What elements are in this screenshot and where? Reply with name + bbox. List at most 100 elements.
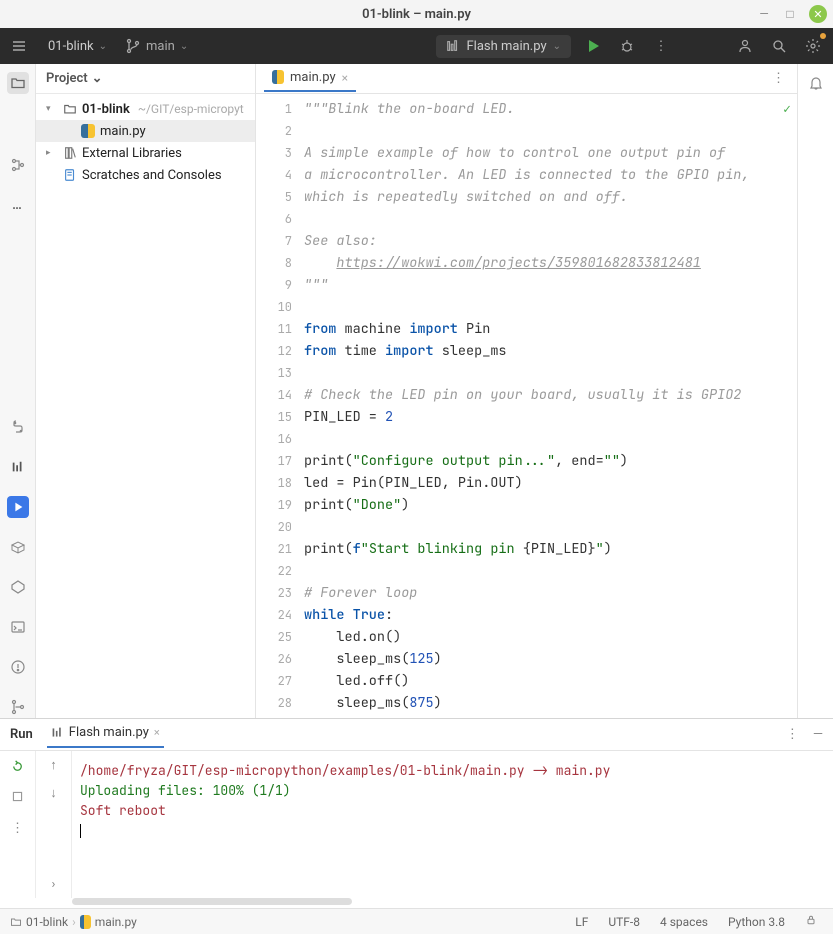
code-line[interactable]: 10 bbox=[256, 296, 797, 318]
tree-scratches-item[interactable]: Scratches and Consoles bbox=[36, 164, 255, 186]
structure-tool-icon[interactable] bbox=[7, 154, 29, 176]
code-line[interactable]: 21print(f"Start blinking pin {PIN_LED}") bbox=[256, 538, 797, 560]
code-line[interactable]: 24while True: bbox=[256, 604, 797, 626]
line-content[interactable]: which is repeatedly switched on and off. bbox=[304, 186, 797, 208]
line-content[interactable] bbox=[304, 428, 797, 450]
code-line[interactable]: 5which is repeatedly switched on and off… bbox=[256, 186, 797, 208]
line-content[interactable]: while True: bbox=[304, 604, 797, 626]
expand-arrow-icon[interactable] bbox=[46, 148, 58, 158]
hamburger-menu-icon[interactable] bbox=[8, 35, 30, 57]
minimize-panel-icon[interactable]: — bbox=[813, 727, 823, 742]
tree-external-libs-item[interactable]: External Libraries bbox=[36, 142, 255, 164]
line-content[interactable]: # Check the LED pin on your board, usual… bbox=[304, 384, 797, 406]
line-content[interactable]: from time import sleep_ms bbox=[304, 340, 797, 362]
line-content[interactable] bbox=[304, 560, 797, 582]
line-content[interactable]: sleep_ms(875) bbox=[304, 692, 797, 714]
expand-panel-icon[interactable]: › bbox=[52, 877, 56, 892]
line-content[interactable]: A simple example of how to control one o… bbox=[304, 142, 797, 164]
line-content[interactable]: """ bbox=[304, 274, 797, 296]
code-line[interactable]: 15PIN_LED = 2 bbox=[256, 406, 797, 428]
code-line[interactable]: 28 sleep_ms(875) bbox=[256, 692, 797, 714]
code-editor[interactable]: ✓ 1"""Blink the on-board LED.23A simple … bbox=[256, 94, 797, 718]
notifications-icon[interactable] bbox=[805, 72, 827, 94]
scroll-down-icon[interactable]: ↓ bbox=[50, 785, 57, 801]
close-button[interactable]: ✕ bbox=[809, 5, 827, 23]
inspection-ok-icon[interactable]: ✓ bbox=[783, 100, 791, 117]
terminal-icon[interactable] bbox=[7, 616, 29, 638]
run-button[interactable] bbox=[581, 34, 605, 58]
code-line[interactable]: 20 bbox=[256, 516, 797, 538]
code-line[interactable]: 3A simple example of how to control one … bbox=[256, 142, 797, 164]
project-tool-icon[interactable] bbox=[7, 72, 29, 94]
code-line[interactable]: 2 bbox=[256, 120, 797, 142]
line-content[interactable] bbox=[304, 208, 797, 230]
problems-icon[interactable] bbox=[7, 656, 29, 678]
line-ending-indicator[interactable]: LF bbox=[569, 915, 594, 929]
code-line[interactable]: 17print("Configure output pin...", end="… bbox=[256, 450, 797, 472]
code-line[interactable]: 23# Forever loop bbox=[256, 582, 797, 604]
line-content[interactable]: print("Done") bbox=[304, 494, 797, 516]
code-line[interactable]: 12from time import sleep_ms bbox=[256, 340, 797, 362]
code-line[interactable]: 22 bbox=[256, 560, 797, 582]
line-content[interactable]: print("Configure output pin...", end="") bbox=[304, 450, 797, 472]
console-cursor[interactable] bbox=[80, 821, 825, 841]
close-tab-icon[interactable]: × bbox=[342, 71, 348, 85]
code-line[interactable]: 9""" bbox=[256, 274, 797, 296]
more-actions-icon[interactable]: ⋮ bbox=[649, 34, 673, 58]
code-line[interactable]: 18led = Pin(PIN_LED, Pin.OUT) bbox=[256, 472, 797, 494]
tree-root-item[interactable]: 01-blink ~/GIT/esp-micropyt bbox=[36, 98, 255, 120]
indent-indicator[interactable]: 4 spaces bbox=[654, 915, 714, 929]
code-line[interactable]: 4a microcontroller. An LED is connected … bbox=[256, 164, 797, 186]
code-line[interactable]: 26 sleep_ms(125) bbox=[256, 648, 797, 670]
services-icon[interactable] bbox=[7, 576, 29, 598]
line-content[interactable]: See also: bbox=[304, 230, 797, 252]
code-line[interactable]: 1"""Blink the on-board LED. bbox=[256, 98, 797, 120]
more-tools-icon[interactable]: … bbox=[7, 194, 29, 216]
line-content[interactable] bbox=[304, 296, 797, 318]
python-console-icon[interactable] bbox=[7, 416, 29, 438]
run-configuration-selector[interactable]: Flash main.py ⌄ bbox=[436, 35, 571, 58]
run-tool-icon[interactable] bbox=[7, 496, 29, 518]
console-output[interactable]: /home/fryza/GIT/esp-micropython/examples… bbox=[72, 751, 833, 898]
horizontal-scrollbar[interactable] bbox=[72, 898, 352, 905]
code-line[interactable]: 8 https://wokwi.com/projects/35980168283… bbox=[256, 252, 797, 274]
run-tab[interactable]: Flash main.py × bbox=[47, 721, 164, 748]
line-content[interactable]: https://wokwi.com/projects/3598016828338… bbox=[304, 252, 797, 274]
code-line[interactable]: 14# Check the LED pin on your board, usu… bbox=[256, 384, 797, 406]
line-content[interactable]: a microcontroller. An LED is connected t… bbox=[304, 164, 797, 186]
line-content[interactable]: led.on() bbox=[304, 626, 797, 648]
run-more-icon[interactable]: ⋮ bbox=[786, 727, 799, 742]
line-content[interactable]: sleep_ms(125) bbox=[304, 648, 797, 670]
settings-icon[interactable] bbox=[801, 34, 825, 58]
project-selector[interactable]: 01-blink ⌄ bbox=[40, 36, 115, 57]
tab-more-icon[interactable]: ⋮ bbox=[768, 67, 789, 90]
code-line[interactable]: 19print("Done") bbox=[256, 494, 797, 516]
expand-arrow-icon[interactable] bbox=[46, 104, 58, 114]
line-content[interactable]: led.off() bbox=[304, 670, 797, 692]
tree-file-item[interactable]: main.py bbox=[36, 120, 255, 142]
code-line[interactable]: 7See also: bbox=[256, 230, 797, 252]
line-content[interactable]: from machine import Pin bbox=[304, 318, 797, 340]
git-branch-selector[interactable]: main ⌄ bbox=[125, 38, 188, 54]
line-content[interactable]: """Blink the on-board LED. bbox=[304, 98, 797, 120]
code-line[interactable]: 13 bbox=[256, 362, 797, 384]
line-content[interactable]: led = Pin(PIN_LED, Pin.OUT) bbox=[304, 472, 797, 494]
micropython-tool-icon[interactable] bbox=[7, 456, 29, 478]
maximize-button[interactable]: □ bbox=[783, 7, 797, 21]
line-content[interactable]: print(f"Start blinking pin {PIN_LED}") bbox=[304, 538, 797, 560]
encoding-indicator[interactable]: UTF-8 bbox=[602, 915, 646, 929]
code-line[interactable]: 6 bbox=[256, 208, 797, 230]
line-content[interactable] bbox=[304, 120, 797, 142]
person-icon[interactable] bbox=[733, 34, 757, 58]
stop-icon[interactable] bbox=[9, 787, 27, 805]
line-content[interactable]: # Forever loop bbox=[304, 582, 797, 604]
python-packages-icon[interactable] bbox=[7, 536, 29, 558]
line-content[interactable] bbox=[304, 516, 797, 538]
run-more-dots-icon[interactable]: ⋮ bbox=[7, 817, 28, 840]
minimize-button[interactable]: — bbox=[757, 7, 771, 21]
vcs-icon[interactable] bbox=[7, 696, 29, 718]
readonly-lock-icon[interactable] bbox=[799, 914, 823, 929]
code-line[interactable]: 16 bbox=[256, 428, 797, 450]
rerun-icon[interactable] bbox=[9, 757, 27, 775]
interpreter-indicator[interactable]: Python 3.8 bbox=[722, 915, 791, 929]
